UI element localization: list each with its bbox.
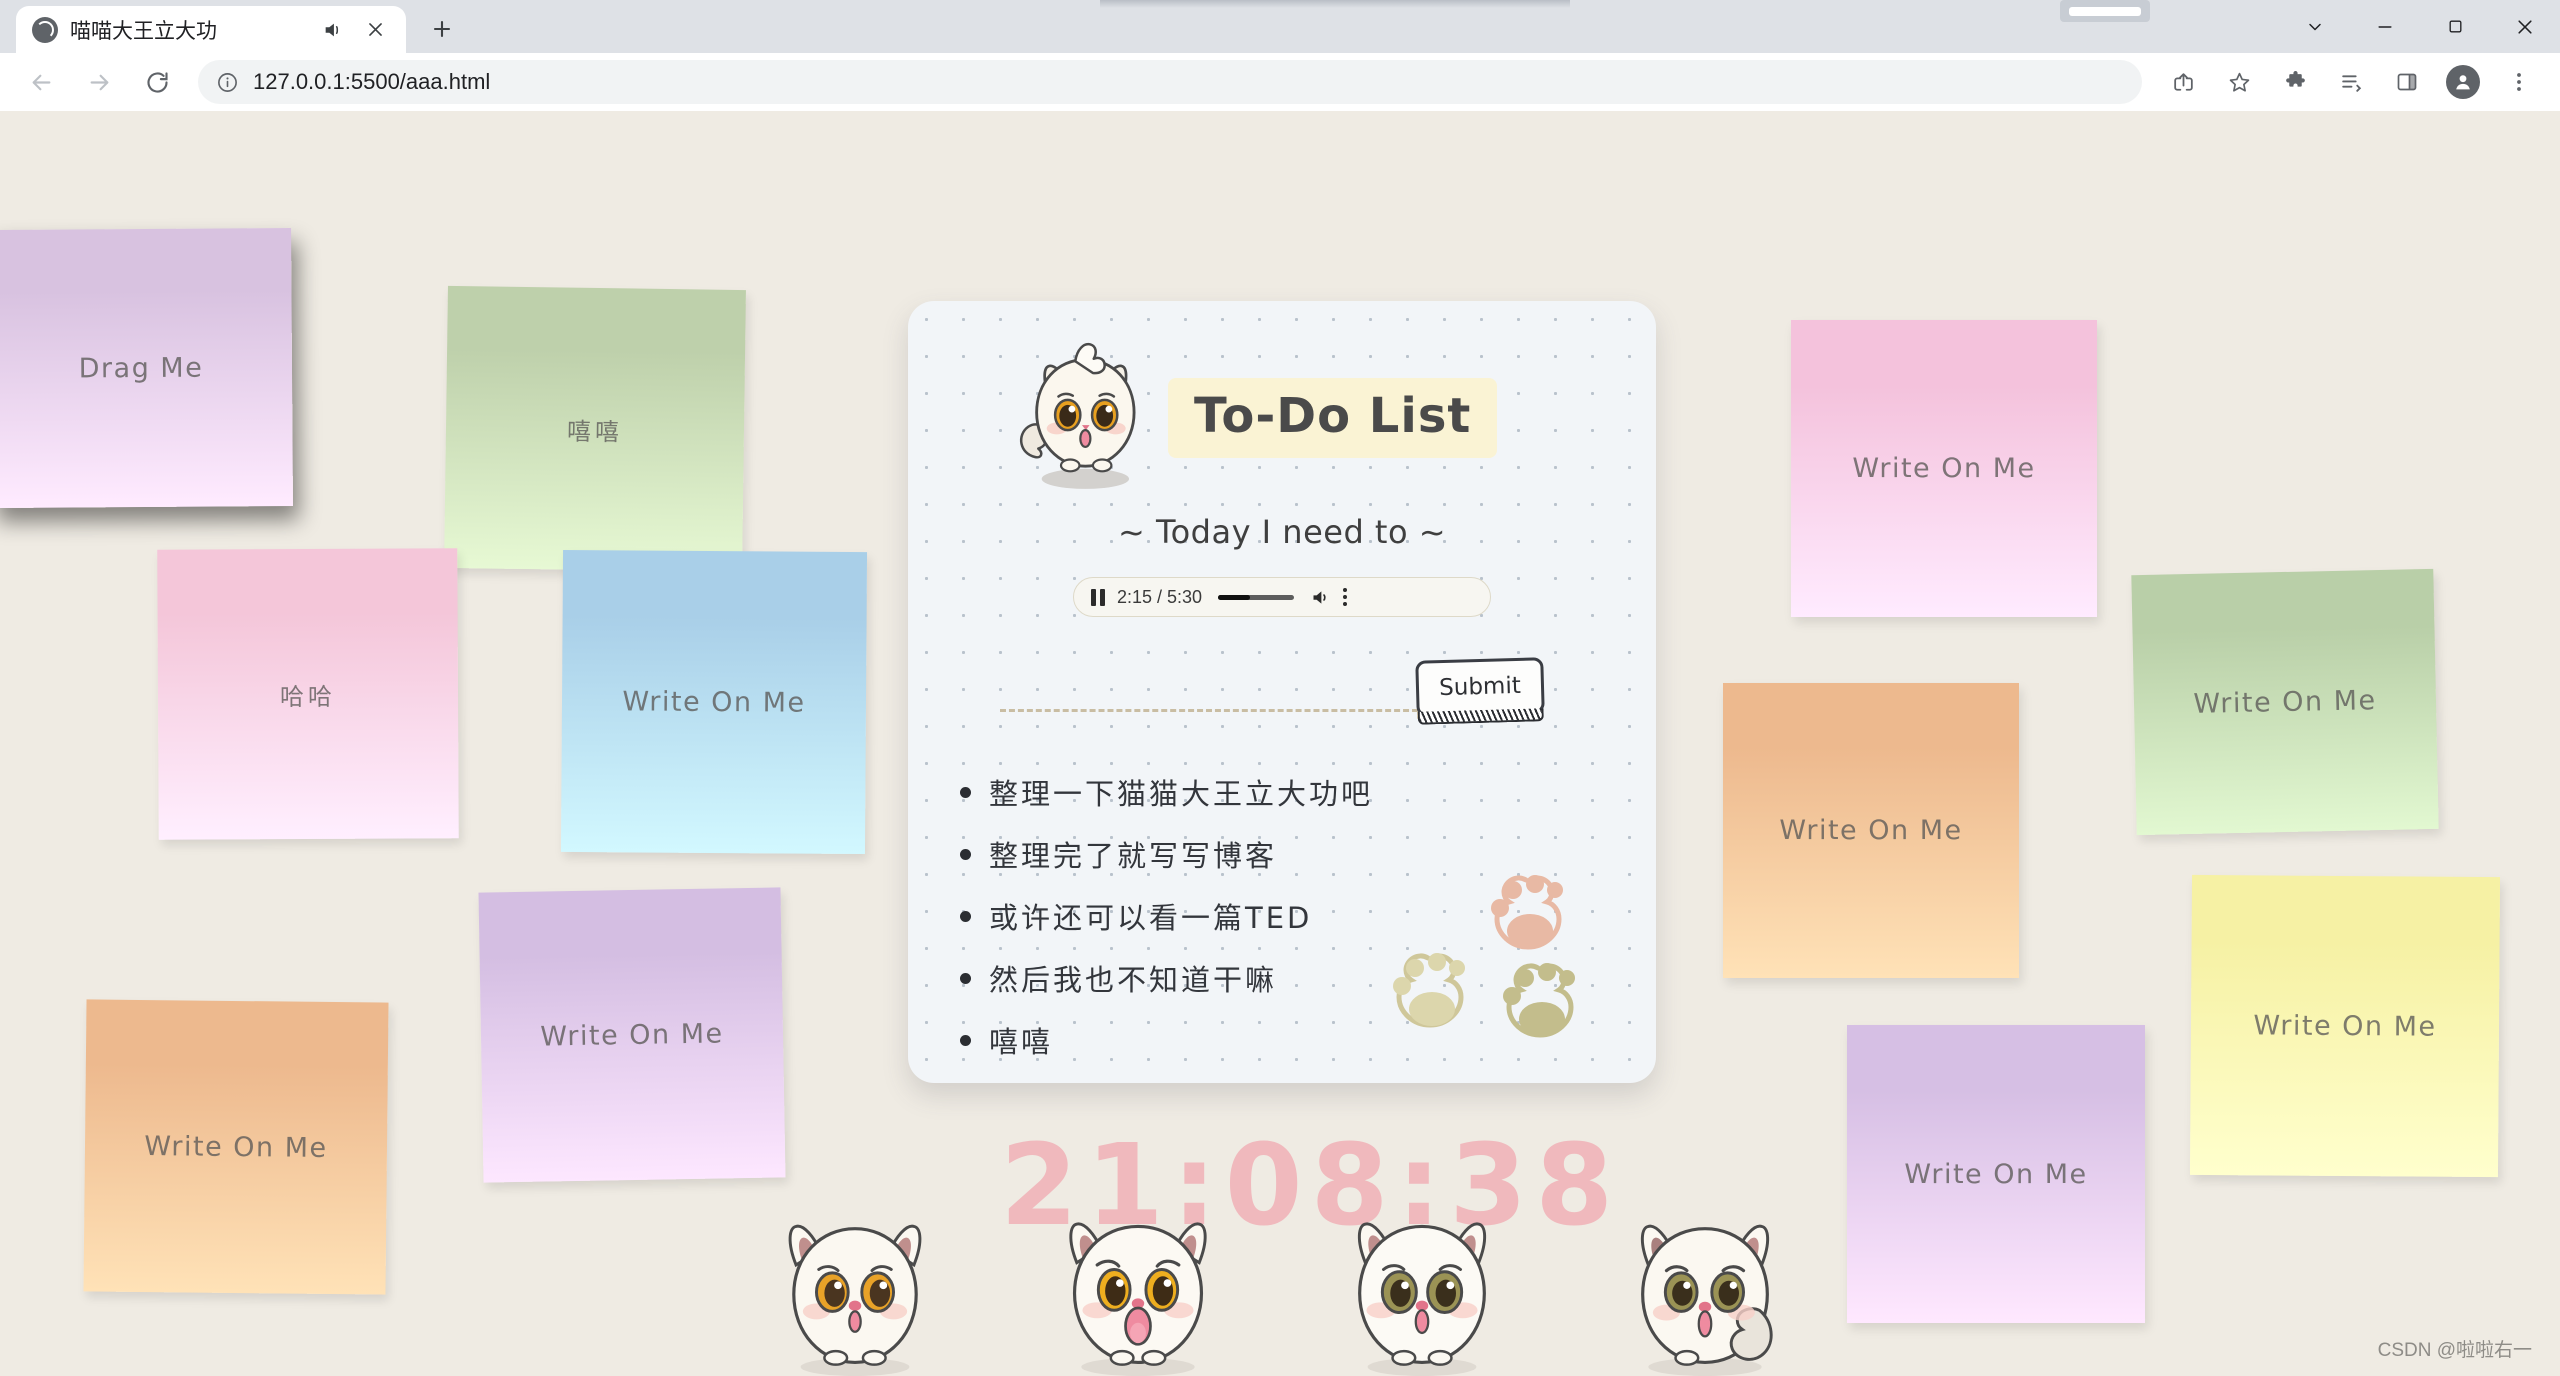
browser-window: 喵喵大王立大功 127.0.0.1:5500/aaa.html Drag Me … xyxy=(0,0,2560,1376)
star-icon[interactable] xyxy=(2212,55,2266,109)
note-xixi-1[interactable]: 嘻嘻 xyxy=(444,285,746,573)
share-icon[interactable] xyxy=(2156,55,2210,109)
note-orange-r[interactable]: Write On Me xyxy=(1723,683,2019,978)
three-dots-vertical-icon[interactable] xyxy=(2492,55,2546,109)
cat-curious-icon xyxy=(1357,1222,1486,1376)
note-purple-r[interactable]: Write On Me xyxy=(1847,1025,2145,1323)
task-item[interactable]: 然后我也不知道干嘛 xyxy=(960,957,1656,999)
note-purple-b[interactable]: Write On Me xyxy=(478,887,786,1183)
audio-time: 2:15 / 5:30 xyxy=(1117,586,1203,607)
minimize-icon[interactable] xyxy=(2350,0,2420,53)
note-text: Write On Me xyxy=(2193,684,2377,720)
info-circle-icon[interactable] xyxy=(216,71,239,94)
window-close-icon[interactable] xyxy=(2490,0,2560,53)
cat-worried-icon xyxy=(788,1224,922,1376)
browser-toolbar: 127.0.0.1:5500/aaa.html xyxy=(0,53,2560,111)
tabstrip-shade xyxy=(1100,0,1570,8)
note-orange-b[interactable]: Write On Me xyxy=(83,999,389,1295)
tab-title: 喵喵大王立大功 xyxy=(70,19,217,43)
puzzle-piece-icon[interactable] xyxy=(2268,55,2322,109)
reload-icon[interactable] xyxy=(130,55,184,109)
watermark: CSDN @啦啦右一 xyxy=(2377,1340,2532,1361)
task-item[interactable]: 嘻嘻 xyxy=(960,1019,1656,1061)
note-green-r[interactable]: Write On Me xyxy=(2131,568,2439,836)
note-haha[interactable]: 哈哈 xyxy=(157,548,459,840)
pause-icon[interactable] xyxy=(1091,588,1105,606)
bottom-cat-illustrations xyxy=(735,1194,1825,1376)
note-text: 哈哈 xyxy=(279,682,337,711)
toolbar-actions xyxy=(2156,55,2546,109)
cat-grumpy-icon xyxy=(1640,1224,1773,1376)
cat-shouting-icon xyxy=(1069,1222,1207,1376)
audio-progress-slider[interactable] xyxy=(1218,594,1295,600)
task-item[interactable]: 整理一下猫猫大王立大功吧 xyxy=(960,771,1656,813)
note-text: Write On Me xyxy=(1904,1158,2088,1190)
todo-card: To-Do List ~ Today I need to ~ 2:15 / 5:… xyxy=(908,301,1656,1083)
arrow-right-icon[interactable] xyxy=(72,55,126,109)
note-text: Write On Me xyxy=(144,1130,328,1164)
note-yellow[interactable]: Write On Me xyxy=(2189,874,2501,1178)
close-icon[interactable] xyxy=(360,15,390,45)
note-pink-tr[interactable]: Write On Me xyxy=(1791,320,2097,617)
task-input[interactable] xyxy=(1000,705,1430,719)
note-text: Drag Me xyxy=(78,352,204,384)
note-text: 嘻嘻 xyxy=(566,417,624,446)
page-title: To-Do List xyxy=(1194,388,1472,444)
todo-header: To-Do List xyxy=(908,301,1656,499)
volume-high-icon[interactable] xyxy=(1310,587,1331,608)
address-bar[interactable]: 127.0.0.1:5500/aaa.html xyxy=(198,60,2142,104)
cat-mascot-icon xyxy=(1019,342,1136,489)
note-drag-me[interactable]: Drag Me xyxy=(0,227,293,509)
maximize-icon[interactable] xyxy=(2420,0,2490,53)
todo-title-highlight: To-Do List xyxy=(1168,378,1498,458)
audio-player[interactable]: 2:15 / 5:30 xyxy=(1073,577,1491,617)
window-drag-handle[interactable] xyxy=(2060,0,2150,22)
note-text: Write On Me xyxy=(2253,1009,2437,1043)
url-text[interactable]: 127.0.0.1:5500/aaa.html xyxy=(253,69,490,95)
submit-button[interactable]: Submit xyxy=(1415,657,1545,717)
speaker-playing-icon[interactable] xyxy=(318,15,348,45)
side-panel-icon[interactable] xyxy=(2380,55,2434,109)
page-board: Drag Me 嘻嘻 哈哈 Write On Me Write On Me Write O… xyxy=(0,111,2560,1376)
task-item[interactable]: 或许还可以看一篇TED xyxy=(960,895,1656,937)
note-text: Write On Me xyxy=(1852,453,2036,484)
three-dots-vertical-icon[interactable] xyxy=(1343,588,1348,606)
tab-strip: 喵喵大王立大功 xyxy=(0,0,2560,53)
todo-subtitle: ~ Today I need to ~ xyxy=(1117,513,1447,551)
avatar-icon[interactable] xyxy=(2436,55,2490,109)
task-item[interactable]: 整理完了就写写博客 xyxy=(960,833,1656,875)
arrow-left-icon[interactable] xyxy=(14,55,68,109)
chrome-menu-chevron-icon[interactable] xyxy=(2280,0,2350,53)
note-text: Write On Me xyxy=(540,1017,724,1053)
browser-tab[interactable]: 喵喵大王立大功 xyxy=(16,6,406,53)
globe-icon xyxy=(32,16,58,43)
note-text: Write On Me xyxy=(1779,815,1963,846)
window-controls xyxy=(2280,0,2560,53)
new-tab-button[interactable] xyxy=(418,5,466,53)
note-text: Write On Me xyxy=(622,685,806,719)
note-blue[interactable]: Write On Me xyxy=(560,549,868,855)
reading-list-icon[interactable] xyxy=(2324,55,2378,109)
todo-input-row: Submit xyxy=(908,657,1656,737)
